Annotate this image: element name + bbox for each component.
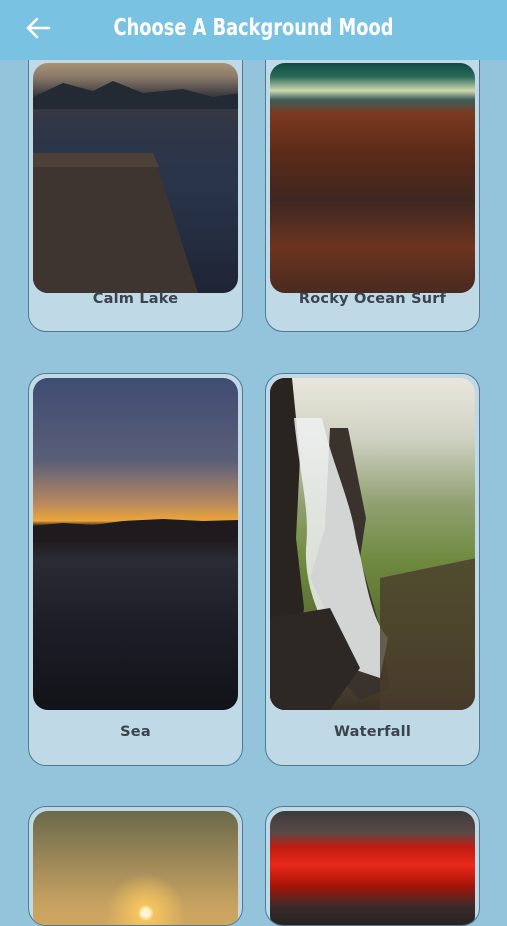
- mood-card-calm-lake[interactable]: Calm Lake: [28, 42, 243, 332]
- page-title: Choose A Background Mood: [113, 15, 394, 41]
- mood-image-sunset: [33, 811, 238, 925]
- mood-image-sea: [33, 378, 238, 710]
- mood-image-rocky-ocean-surf: [270, 63, 475, 293]
- mood-card-waterfall[interactable]: Waterfall: [265, 373, 480, 766]
- mood-image-calm-lake: [33, 63, 238, 293]
- mood-label: Waterfall: [333, 724, 411, 740]
- mood-card-sunset[interactable]: [28, 806, 243, 926]
- mood-image-waterfall: [270, 378, 475, 710]
- mood-card-rocky-ocean-surf[interactable]: Rocky Ocean Surf: [265, 42, 480, 332]
- mood-card-sea[interactable]: Sea: [28, 373, 243, 766]
- mood-label: Calm Lake: [92, 291, 179, 307]
- app-header: Choose A Background Mood: [0, 0, 507, 60]
- mood-card-red-sky[interactable]: [265, 806, 480, 926]
- mood-image-red-sky: [270, 811, 475, 925]
- mood-label: Rocky Ocean Surf: [298, 291, 447, 307]
- mood-label: Sea: [120, 724, 151, 740]
